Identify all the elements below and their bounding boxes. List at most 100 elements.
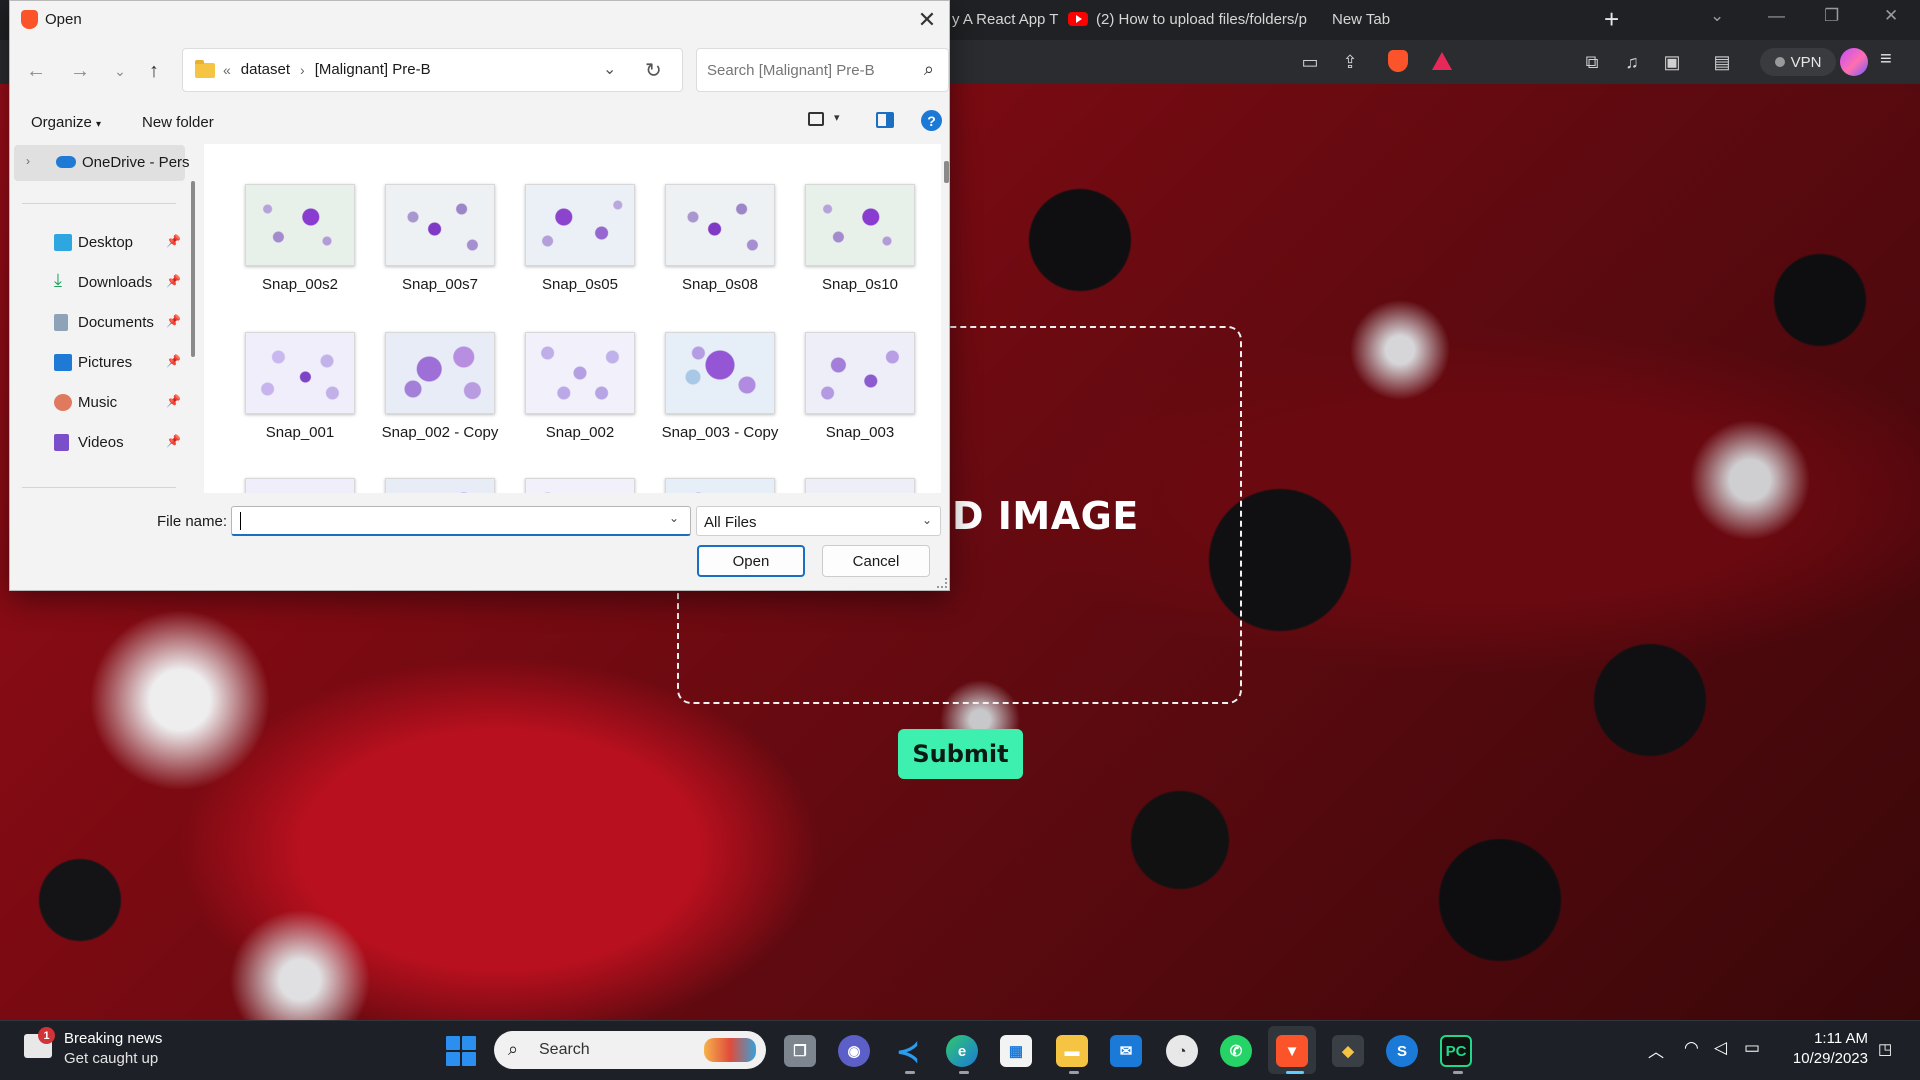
tray-overflow-chevron-icon[interactable]: ︿ <box>1648 1038 1664 1062</box>
dialog-close-icon[interactable]: ✕ <box>905 1 949 39</box>
windows-start-icon[interactable] <box>446 1036 476 1066</box>
upload-label: D IMAGE <box>952 494 1139 538</box>
file-item[interactable]: Snap_00s7 <box>344 144 495 293</box>
image-thumbnail[interactable] <box>245 478 355 493</box>
breadcrumb-overflow[interactable]: « <box>223 62 231 78</box>
address-bar[interactable]: « dataset › [Malignant] Pre-B ⌄ ↻ <box>182 48 683 92</box>
tab-youtube[interactable]: (2) How to upload files/folders/p <box>1068 8 1307 30</box>
file-item[interactable]: Snap_002 - Copy <box>344 292 498 441</box>
news-title[interactable]: Breaking news <box>64 1030 162 1047</box>
preview-pane-icon[interactable] <box>876 112 894 128</box>
organize-menu[interactable]: Organize ▾ <box>31 114 101 131</box>
nav-item-music[interactable]: Music 📌 <box>10 385 181 421</box>
new-folder-button[interactable]: New folder <box>142 114 214 131</box>
open-button[interactable]: Open <box>697 545 805 577</box>
image-thumbnail[interactable] <box>385 478 495 493</box>
refresh-icon[interactable]: ↻ <box>645 58 662 83</box>
mail-icon[interactable]: ✉ <box>1110 1035 1142 1067</box>
file-list-scrollbar[interactable] <box>944 161 949 183</box>
wifi-icon[interactable]: ◠ <box>1684 1038 1699 1058</box>
file-item[interactable]: Snap_003 - Copy <box>624 292 778 441</box>
cancel-button[interactable]: Cancel <box>822 545 930 577</box>
brave-browser-icon[interactable]: ▼ <box>1276 1035 1308 1067</box>
address-dropdown-icon[interactable]: ⌄ <box>603 59 616 79</box>
share-icon[interactable]: ⇪ <box>1338 50 1362 74</box>
brave-rewards-icon[interactable] <box>1432 52 1452 70</box>
image-thumbnail[interactable] <box>665 478 775 493</box>
help-icon[interactable]: ? <box>921 110 942 131</box>
sidebar-icon[interactable]: ▣ <box>1660 50 1684 74</box>
image-thumbnail <box>245 332 355 414</box>
whatsapp-icon[interactable]: ✆ <box>1220 1035 1252 1067</box>
pin-icon: 📌 <box>166 314 181 328</box>
brave-shields-icon[interactable] <box>1388 50 1408 72</box>
news-subtitle[interactable]: Get caught up <box>64 1050 158 1067</box>
microsoft-store-icon[interactable]: ▦ <box>1000 1035 1032 1067</box>
tab-search-chevron-icon[interactable]: ⌄ <box>1710 6 1724 26</box>
menu-icon[interactable]: ≡ <box>1880 48 1892 71</box>
restore-icon[interactable]: ❐ <box>1824 6 1839 26</box>
resize-grip-icon[interactable] <box>937 578 947 588</box>
nav-scrollbar[interactable] <box>191 181 195 357</box>
media-icon[interactable]: ♫ <box>1620 50 1644 74</box>
volume-icon[interactable]: ◁ <box>1714 1038 1727 1058</box>
nav-item-downloads[interactable]: ⤓ Downloads 📌 <box>10 265 181 301</box>
nav-item-videos[interactable]: Videos 📌 <box>10 425 181 461</box>
submit-button[interactable]: Submit <box>898 729 1023 779</box>
nav-item-onedrive[interactable]: › OneDrive - Perso <box>14 145 190 181</box>
extensions-icon[interactable]: ⧉ <box>1580 50 1604 74</box>
wallet-icon[interactable]: ▤ <box>1710 50 1734 74</box>
teams-chat-icon[interactable]: ◉ <box>838 1035 870 1067</box>
forward-arrow-icon[interactable]: → <box>66 57 94 85</box>
git-icon[interactable]: ◆ <box>1332 1035 1364 1067</box>
nav-item-pictures[interactable]: Pictures 📌 <box>10 345 181 381</box>
expand-chevron-icon[interactable]: › <box>26 154 30 168</box>
taskbar-search[interactable]: ⌕ Search <box>494 1031 766 1069</box>
clock-time[interactable]: 1:11 AM <box>1806 1030 1868 1047</box>
cast-icon[interactable]: ▭ <box>1298 50 1322 74</box>
notification-icon[interactable]: ◳ <box>1878 1040 1892 1058</box>
search-input[interactable]: Search [Malignant] Pre-B ⌕ <box>696 48 949 92</box>
vpn-button[interactable]: VPN <box>1760 48 1836 76</box>
file-name-label: File name: <box>157 513 228 530</box>
edge-icon[interactable]: e <box>946 1035 978 1067</box>
file-type-select[interactable]: All Files ⌄ <box>696 506 941 536</box>
skype-icon[interactable]: S <box>1386 1035 1418 1067</box>
file-name-dropdown-icon[interactable]: ⌄ <box>669 511 679 525</box>
file-item[interactable]: Snap_003 <box>764 292 915 441</box>
vscode-icon[interactable]: ≺ <box>892 1035 924 1067</box>
pycharm-icon[interactable]: PC <box>1440 1035 1472 1067</box>
up-arrow-icon[interactable]: ↑ <box>140 57 168 85</box>
file-item[interactable]: Snap_002 <box>484 292 635 441</box>
image-thumbnail[interactable] <box>805 478 915 493</box>
file-item[interactable]: Snap_0s10 <box>764 144 915 293</box>
file-item[interactable]: Snap_0s05 <box>484 144 635 293</box>
tab-new-tab[interactable]: New Tab <box>1332 8 1390 30</box>
search-highlight-icon <box>704 1038 756 1062</box>
breadcrumb-item-dataset[interactable]: dataset <box>241 61 290 78</box>
file-explorer-icon[interactable]: ▬ <box>1056 1035 1088 1067</box>
breadcrumb-item-current[interactable]: [Malignant] Pre-B <box>315 61 431 78</box>
new-tab-button[interactable]: + <box>1604 4 1619 35</box>
file-item[interactable]: Snap_001 <box>204 292 355 441</box>
clock-app-icon[interactable]: ◔ <box>1166 1035 1198 1067</box>
minimize-icon[interactable]: — <box>1768 6 1785 26</box>
battery-icon[interactable]: ▭ <box>1744 1038 1760 1058</box>
file-name: Snap_002 - Copy <box>381 424 499 441</box>
recent-locations-chevron-icon[interactable]: ⌄ <box>106 57 134 85</box>
file-item[interactable]: Snap_0s08 <box>624 144 775 293</box>
nav-item-desktop[interactable]: Desktop 📌 <box>10 225 181 261</box>
tab-react-app[interactable]: y A React App T <box>952 8 1058 30</box>
task-view-icon[interactable]: ❐ <box>784 1035 816 1067</box>
file-item[interactable]: Snap_00s2 <box>204 144 355 293</box>
nav-item-documents[interactable]: Documents 📌 <box>10 305 181 341</box>
image-thumbnail[interactable] <box>525 478 635 493</box>
chevron-down-icon: ⌄ <box>921 513 932 527</box>
window-close-icon[interactable]: ✕ <box>1884 6 1898 26</box>
view-mode-icon[interactable] <box>808 112 824 126</box>
clock-date[interactable]: 10/29/2023 <box>1786 1050 1868 1067</box>
profile-avatar[interactable] <box>1840 48 1868 76</box>
file-name-input[interactable] <box>231 506 691 536</box>
view-caret-icon[interactable]: ▾ <box>834 111 840 124</box>
back-arrow-icon[interactable]: ← <box>22 57 50 85</box>
